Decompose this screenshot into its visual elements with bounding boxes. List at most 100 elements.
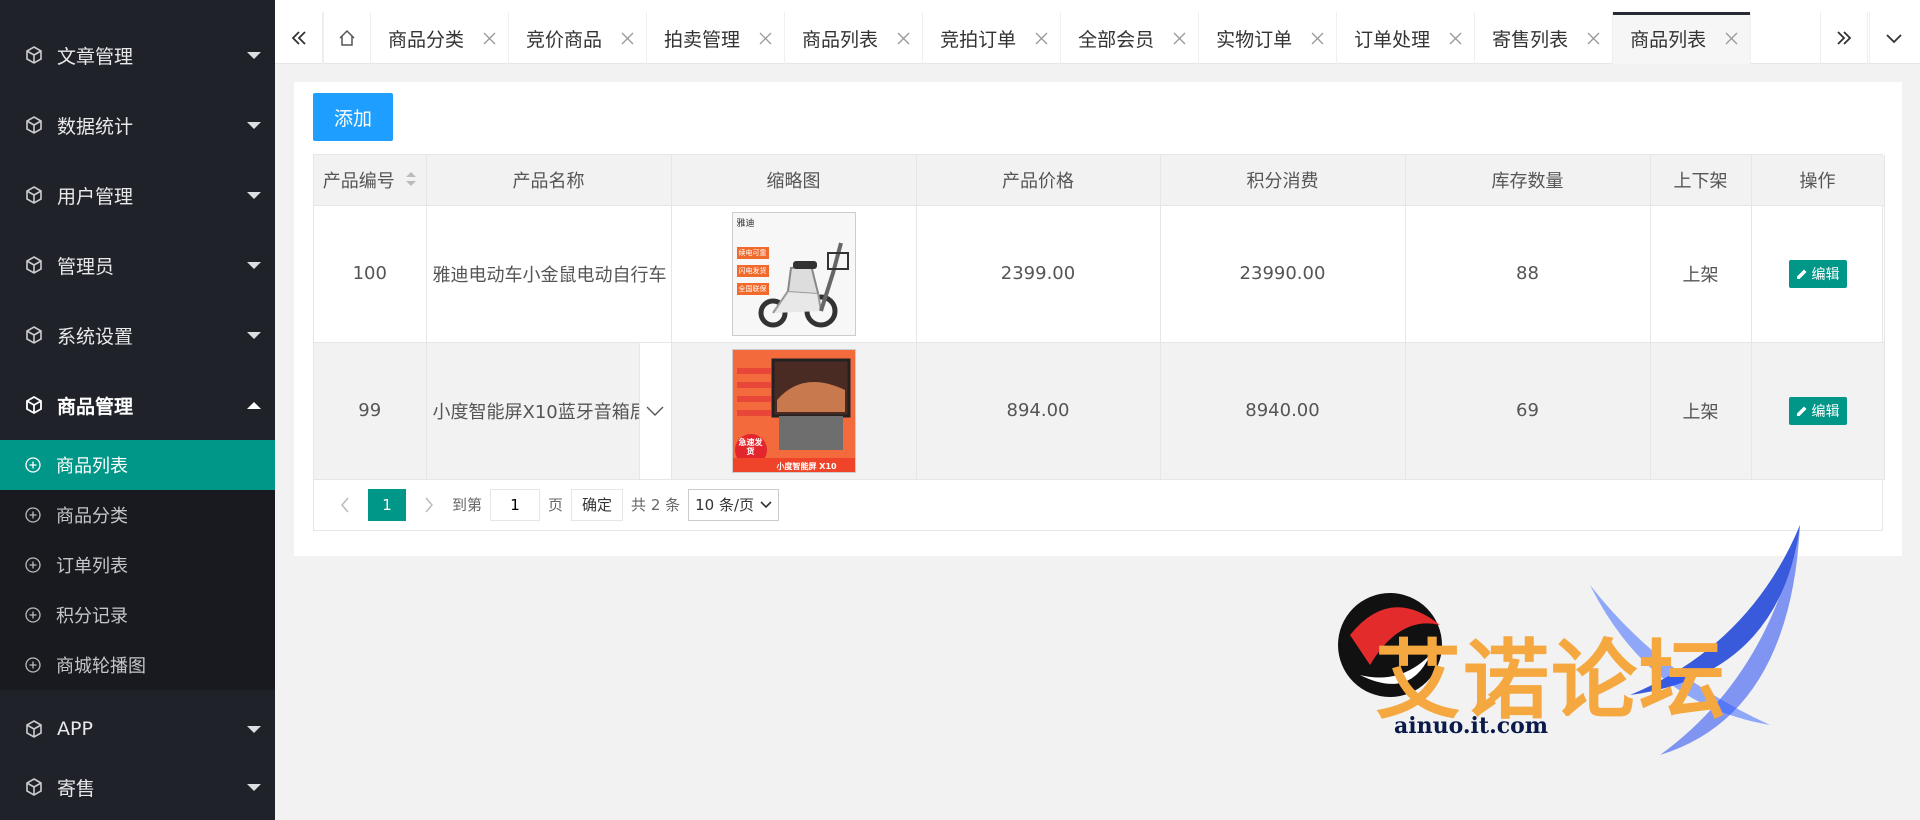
tab-auction-management[interactable]: 拍卖管理 <box>647 12 786 64</box>
cell-price: 894.00 <box>916 342 1161 480</box>
menu-item-articles[interactable]: 文章管理 <box>0 20 275 90</box>
page-confirm-button[interactable]: 确定 <box>571 488 624 521</box>
product-submenu: 商品列表 商品分类 订单列表 积分记录 商城轮播图 <box>0 440 275 690</box>
cube-icon <box>24 325 44 345</box>
close-icon[interactable] <box>1310 31 1324 45</box>
thumb-badge: 急速发货 <box>738 437 763 456</box>
tab-label: 订单处理 <box>1354 28 1431 51</box>
submenu-item-product-list[interactable]: 商品列表 <box>0 440 275 490</box>
close-icon[interactable] <box>758 31 772 45</box>
menu-item-consignment[interactable]: 寄售 <box>0 752 275 820</box>
sidebar: 文章管理 数据统计 用户管理 管理员 系统设置 商品管理 商品列表 商品分类 订… <box>0 0 275 820</box>
thumb-tag: 闪电发货 <box>736 264 769 277</box>
tab-all-members[interactable]: 全部会员 <box>1061 12 1200 64</box>
submenu-item-orders[interactable]: 订单列表 <box>0 540 275 590</box>
chevron-right-icon <box>425 497 433 512</box>
caret-down-icon <box>247 332 261 339</box>
table-header-row: 产品编号 产品名称 缩略图 产品价格 积分消费 库存数量 上下架 操作 <box>314 155 1885 206</box>
close-icon[interactable] <box>620 31 634 45</box>
tab-physical-orders[interactable]: 实物订单 <box>1199 12 1338 64</box>
page-size-select[interactable]: 10 条/页 <box>688 488 780 521</box>
cell-ops: 编辑 <box>1751 342 1885 480</box>
header-price: 产品价格 <box>916 155 1161 206</box>
plus-circle-icon <box>25 457 41 473</box>
edit-label: 编辑 <box>1811 266 1840 283</box>
product-thumbnail[interactable]: 雅迪 续电可靠 闪电发货 全国联保 <box>731 211 856 336</box>
close-icon[interactable] <box>1448 31 1462 45</box>
tabs-menu-button[interactable] <box>1869 12 1917 64</box>
cube-icon <box>24 115 44 135</box>
header-id[interactable]: 产品编号 <box>314 155 427 206</box>
chevron-down-icon <box>1885 34 1902 44</box>
caret-up-icon <box>247 402 261 409</box>
submenu-label: 商城轮播图 <box>56 656 146 677</box>
cube-icon <box>24 777 44 797</box>
close-icon[interactable] <box>896 31 910 45</box>
next-page-button[interactable] <box>414 489 444 521</box>
close-icon[interactable] <box>1034 31 1048 45</box>
add-button[interactable]: 添加 <box>313 93 393 141</box>
pencil-icon <box>1796 269 1806 279</box>
header-stock: 库存数量 <box>1405 155 1651 206</box>
caret-down-icon <box>247 784 261 791</box>
thumb-brand: 雅迪 <box>736 218 755 229</box>
chevron-down-icon <box>760 500 772 508</box>
tab-label: 寄售列表 <box>1492 28 1569 51</box>
tab-label: 商品分类 <box>388 28 465 51</box>
menu-item-settings[interactable]: 系统设置 <box>0 300 275 370</box>
thumb-tag: 全国联保 <box>736 282 769 295</box>
tab-consignment-list[interactable]: 寄售列表 <box>1475 12 1614 64</box>
menu-item-stats[interactable]: 数据统计 <box>0 90 275 160</box>
expand-cell-button[interactable] <box>638 342 670 478</box>
cube-icon <box>24 395 44 415</box>
menu-item-admins[interactable]: 管理员 <box>0 230 275 300</box>
header-thumb: 缩略图 <box>671 155 917 206</box>
tab-bar-top <box>275 0 1920 12</box>
menu-item-products[interactable]: 商品管理 <box>0 370 275 440</box>
submenu-item-carousel[interactable]: 商城轮播图 <box>0 640 275 690</box>
tab-auction-orders[interactable]: 竞拍订单 <box>923 12 1062 64</box>
cell-name: 雅迪电动车小金鼠电动自行车 <box>426 205 672 343</box>
tabs-scroll-right-button[interactable] <box>1820 12 1868 64</box>
menu-item-users[interactable]: 用户管理 <box>0 160 275 230</box>
prev-page-button[interactable] <box>330 489 360 521</box>
caret-down-icon <box>247 192 261 199</box>
submenu-item-points[interactable]: 积分记录 <box>0 590 275 640</box>
tab-order-processing[interactable]: 订单处理 <box>1337 12 1476 64</box>
edit-button[interactable]: 编辑 <box>1788 396 1847 425</box>
tab-product-category[interactable]: 商品分类 <box>371 12 510 64</box>
pencil-icon <box>1796 406 1806 416</box>
close-icon[interactable] <box>482 31 496 45</box>
page-number-current[interactable]: 1 <box>368 488 406 521</box>
cell-thumb: 雅迪 续电可靠 闪电发货 全国联保 <box>671 205 917 343</box>
cell-points: 8940.00 <box>1160 342 1406 480</box>
sort-icon[interactable] <box>405 170 417 193</box>
plus-circle-icon <box>25 607 41 623</box>
cube-icon <box>24 255 44 275</box>
tab-label: 竞拍订单 <box>940 28 1017 51</box>
cube-icon <box>24 45 44 65</box>
plus-circle-icon <box>25 657 41 673</box>
pagination: 1 到第 页 确定 共 2 条 10 条/页 <box>314 480 1882 530</box>
edit-label: 编辑 <box>1811 403 1840 420</box>
home-tab[interactable] <box>323 12 371 64</box>
tab-bidding-products[interactable]: 竞价商品 <box>509 12 648 64</box>
tab-product-list[interactable]: 商品列表 <box>785 12 924 64</box>
submenu-label: 商品分类 <box>56 506 128 527</box>
tab-label: 全部会员 <box>1078 28 1155 51</box>
tab-product-list-active[interactable]: 商品列表 <box>1613 12 1752 64</box>
close-icon[interactable] <box>1724 31 1738 45</box>
product-thumbnail[interactable]: 急速发货 小度智能屏 X10 <box>731 348 856 473</box>
submenu-label: 订单列表 <box>56 556 128 577</box>
header-name: 产品名称 <box>426 155 672 206</box>
tabs-scroll-left-button[interactable] <box>275 12 323 64</box>
submenu-item-category[interactable]: 商品分类 <box>0 490 275 540</box>
submenu-label: 积分记录 <box>56 606 128 627</box>
close-icon[interactable] <box>1172 31 1186 45</box>
edit-button[interactable]: 编辑 <box>1788 259 1847 288</box>
close-icon[interactable] <box>1586 31 1600 45</box>
caret-down-icon <box>247 52 261 59</box>
page-input[interactable] <box>490 488 541 521</box>
menu-label: 管理员 <box>57 255 115 278</box>
thumb-tag: 续电可靠 <box>736 246 769 259</box>
